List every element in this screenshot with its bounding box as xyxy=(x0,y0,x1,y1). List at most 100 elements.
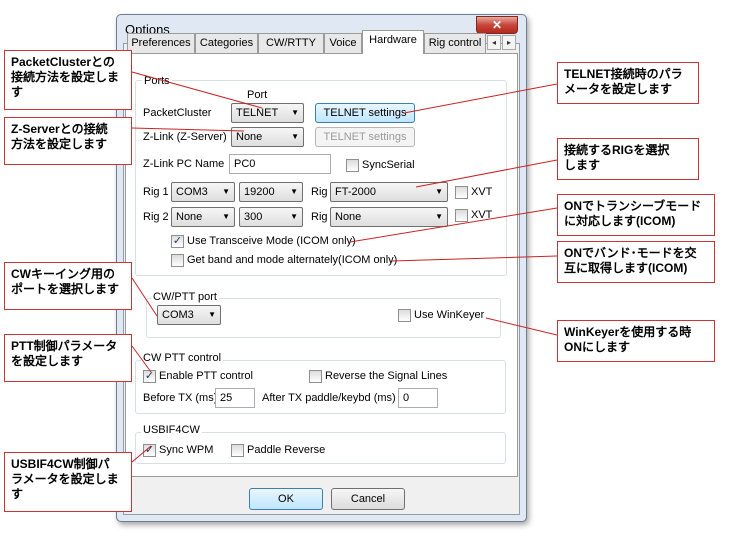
callout-usbif4cw: USBIF4CW制御パ ラメータを設定しま す xyxy=(4,452,132,512)
callout-line: ラメータを設定しま xyxy=(11,472,119,486)
use-transceive-checkbox[interactable]: ✓ xyxy=(171,235,184,248)
syncserial-checkbox[interactable] xyxy=(346,159,359,172)
tab-hardware[interactable]: Hardware xyxy=(362,30,424,54)
telnet-settings-button[interactable]: TELNET settings xyxy=(315,103,415,123)
tab-rig-control[interactable]: Rig control xyxy=(424,33,486,53)
callout-line: USBIF4CW制御パ xyxy=(11,457,110,471)
cwptt-port-group-label: CW/PTT port xyxy=(151,291,219,303)
sync-wpm-checkbox[interactable]: ✓ xyxy=(143,444,156,457)
sync-wpm-label: Sync WPM xyxy=(159,444,214,456)
use-winkeyer-label: Use WinKeyer xyxy=(414,309,485,321)
callout-line: す xyxy=(11,487,24,501)
zlink-port-select[interactable]: None ▼ xyxy=(231,127,304,147)
reverse-signal-label: Reverse the Signal Lines xyxy=(325,370,448,382)
callout-line: PacketClusterとの xyxy=(11,55,115,69)
tab-cw-rtty[interactable]: CW/RTTY xyxy=(258,33,324,53)
rig1-rig-label: Rig xyxy=(311,186,328,198)
callout-winkeyer: WinKeyerを使用する時 ONにします xyxy=(557,320,715,362)
callout-line: Z-Serverとの接続 xyxy=(11,122,108,136)
callout-band-mode: ONでバンド･モードを交 互に取得します(ICOM) xyxy=(557,241,715,283)
chevron-down-icon: ▼ xyxy=(222,212,230,221)
port-column-header: Port xyxy=(247,89,268,101)
chevron-down-icon: ▼ xyxy=(435,212,443,221)
tab-voice[interactable]: Voice xyxy=(324,33,362,53)
chevron-down-icon: ▼ xyxy=(291,108,299,117)
callout-line: WinKeyerを使用する時 xyxy=(564,325,692,339)
usbif4cw-group-label: USBIF4CW xyxy=(141,424,202,436)
zlink-label: Z-Link (Z-Server) xyxy=(143,131,227,143)
ok-button[interactable]: OK xyxy=(249,488,323,510)
chevron-down-icon: ▼ xyxy=(291,132,299,141)
callout-telnet: TELNET接続時のパラ メータを設定します xyxy=(557,62,699,104)
rig1-speed-select[interactable]: 19200 ▼ xyxy=(239,182,303,202)
callout-line: 互に取得します(ICOM) xyxy=(564,261,688,275)
zlink-pc-name-label: Z-Link PC Name xyxy=(143,158,225,170)
chevron-down-icon: ▼ xyxy=(290,187,298,196)
callout-line: PTT制御パラメータ xyxy=(11,339,118,353)
chevron-down-icon: ▼ xyxy=(208,310,216,319)
rig1-model-select[interactable]: FT-2000 ▼ xyxy=(330,182,448,202)
paddle-reverse-label: Paddle Reverse xyxy=(247,444,326,456)
close-button[interactable]: ✕ xyxy=(476,16,518,34)
callout-line: します xyxy=(564,158,601,172)
callout-packetcluster: PacketClusterとの 接続方法を設定しま す xyxy=(4,50,132,110)
rig1-model-value: FT-2000 xyxy=(335,186,376,198)
before-tx-input[interactable]: 25 xyxy=(215,388,255,408)
rig1-port-select[interactable]: COM3 ▼ xyxy=(171,182,235,202)
callout-line: ポートを選択します xyxy=(11,282,120,296)
get-band-mode-checkbox[interactable] xyxy=(171,254,184,267)
callout-zserver: Z-Serverとの接続 方法を設定します xyxy=(4,117,132,165)
tab-categories[interactable]: Categories xyxy=(195,33,258,53)
zlink-pc-name-input[interactable]: PC0 xyxy=(229,154,331,174)
get-band-mode-label: Get band and mode alternately(ICOM only) xyxy=(187,254,398,266)
zlink-port-value: None xyxy=(236,131,263,143)
rig2-port-value: None xyxy=(176,211,203,223)
ports-group-label: Ports xyxy=(142,75,172,87)
callout-line: 接続方法を設定しま xyxy=(11,70,120,84)
callout-line: を設定します xyxy=(11,354,84,368)
rig1-xvt-checkbox[interactable] xyxy=(455,186,468,199)
rig2-rig-label: Rig xyxy=(311,211,328,223)
cwptt-port-select[interactable]: COM3 ▼ xyxy=(157,305,221,325)
zlink-telnet-settings-button[interactable]: TELNET settings xyxy=(315,127,415,147)
rig2-xvt-label: XVT xyxy=(471,209,493,221)
callout-line: TELNET接続時のパラ xyxy=(564,67,683,81)
use-transceive-label: Use Transceive Mode (ICOM only) xyxy=(187,235,356,247)
callout-line: に対応します(ICOM) xyxy=(564,214,676,228)
enable-ptt-checkbox[interactable]: ✓ xyxy=(143,370,156,383)
rig2-speed-value: 300 xyxy=(244,211,263,223)
callout-line: 方法を設定します xyxy=(11,137,108,151)
chevron-down-icon: ▼ xyxy=(290,212,298,221)
before-tx-label: Before TX (ms) xyxy=(143,392,218,404)
paddle-reverse-checkbox[interactable] xyxy=(231,444,244,457)
callout-line: ONでバンド･モードを交 xyxy=(564,246,697,260)
rig2-speed-select[interactable]: 300 ▼ xyxy=(239,207,303,227)
rig1-port-value: COM3 xyxy=(176,186,208,198)
after-tx-input[interactable]: 0 xyxy=(398,388,438,408)
cw-ptt-control-group xyxy=(135,360,506,414)
chevron-down-icon: ▼ xyxy=(222,187,230,196)
callout-line: メータを設定します xyxy=(564,82,673,96)
chevron-down-icon: ▼ xyxy=(435,187,443,196)
callout-line: す xyxy=(11,85,24,99)
rig2-xvt-checkbox[interactable] xyxy=(455,209,468,222)
callout-cw-keying: CWキーイング用の ポートを選択します xyxy=(4,262,132,310)
rig2-label: Rig 2 xyxy=(143,211,169,223)
cancel-button[interactable]: Cancel xyxy=(331,488,405,510)
rig2-port-select[interactable]: None ▼ xyxy=(171,207,235,227)
tab-scroll-right-icon[interactable]: ▸ xyxy=(502,35,516,50)
callout-transceive: ONでトランシーブモード に対応します(ICOM) xyxy=(557,194,715,236)
rig1-xvt-label: XVT xyxy=(471,186,493,198)
reverse-signal-checkbox[interactable] xyxy=(309,370,322,383)
callout-line: 接続するRIGを選択 xyxy=(564,143,670,157)
packetcluster-port-value: TELNET xyxy=(236,107,279,119)
callout-line: ONでトランシーブモード xyxy=(564,199,702,213)
packetcluster-port-select[interactable]: TELNET ▼ xyxy=(231,103,304,123)
callout-rig: 接続するRIGを選択 します xyxy=(557,138,699,180)
cw-ptt-control-group-label: CW PTT control xyxy=(141,352,224,364)
rig2-model-select[interactable]: None ▼ xyxy=(330,207,448,227)
tab-preferences[interactable]: Preferences xyxy=(127,33,195,53)
tab-scroll-left-icon[interactable]: ◂ xyxy=(487,35,501,50)
use-winkeyer-checkbox[interactable] xyxy=(398,309,411,322)
callout-line: ONにします xyxy=(564,340,631,354)
